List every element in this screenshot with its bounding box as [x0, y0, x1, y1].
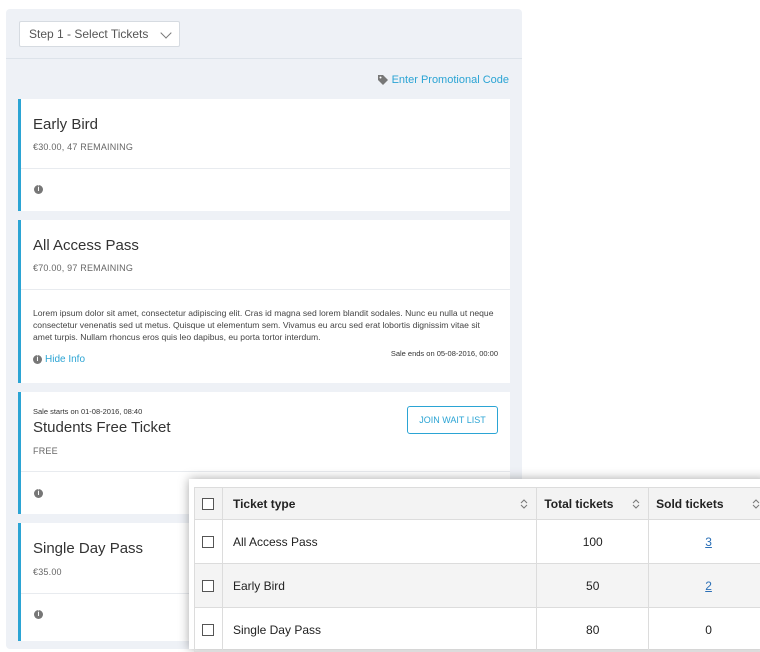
column-header-label: Total tickets: [544, 497, 613, 511]
info-icon[interactable]: i: [34, 610, 43, 619]
total-tickets-cell: 50: [537, 564, 649, 608]
divider: [21, 168, 510, 169]
total-tickets-cell: 80: [537, 608, 649, 652]
promo-code-link[interactable]: Enter Promotional Code: [378, 74, 509, 86]
ticket-card-early-bird: Early Bird €30.00, 47 REMAINING i: [18, 99, 510, 211]
ticket-name: Students Free Ticket: [33, 419, 171, 436]
tag-icon: [378, 75, 388, 85]
ticket-price: €30.00, 47 REMAINING: [33, 142, 133, 152]
column-header-ticket-type[interactable]: Ticket type: [222, 488, 536, 520]
sold-tickets-link[interactable]: 2: [705, 579, 712, 593]
ticket-price: €35.00: [33, 567, 62, 577]
column-header-sold-tickets[interactable]: Sold tickets: [649, 488, 760, 520]
column-header-label: Ticket type: [233, 497, 295, 511]
ticket-name: All Access Pass: [33, 237, 139, 254]
ticket-stats-table-panel: Ticket type Total tickets Sold tickets A…: [189, 479, 760, 649]
column-header-label: Sold tickets: [656, 497, 723, 511]
ticket-name: Early Bird: [33, 116, 98, 133]
hide-info-link[interactable]: i Hide Info: [33, 354, 85, 365]
table-row: All Access Pass 100 3: [195, 520, 760, 564]
total-tickets-cell: 100: [537, 520, 649, 564]
ticket-price: €70.00, 97 REMAINING: [33, 263, 133, 273]
row-check-cell: [195, 608, 223, 652]
step-select[interactable]: Step 1 - Select Tickets: [19, 21, 180, 47]
sort-icon[interactable]: [752, 498, 760, 510]
divider: [21, 289, 510, 290]
row-checkbox[interactable]: [202, 536, 214, 548]
promo-code-label: Enter Promotional Code: [392, 74, 509, 86]
sort-icon[interactable]: [520, 498, 528, 510]
ticket-type-cell: Early Bird: [222, 564, 536, 608]
ticket-card-all-access: All Access Pass €70.00, 97 REMAINING Lor…: [18, 220, 510, 383]
row-check-cell: [195, 520, 223, 564]
select-all-cell: [195, 488, 223, 520]
sale-starts-text: Sale starts on 01-08-2016, 08:40: [33, 407, 142, 416]
ticket-description: Lorem ipsum dolor sit amet, consectetur …: [33, 307, 501, 343]
divider: [21, 471, 510, 472]
row-checkbox[interactable]: [202, 580, 214, 592]
sale-ends-text: Sale ends on 05-08-2016, 00:00: [391, 349, 498, 358]
sold-tickets-cell: 3: [649, 520, 760, 564]
info-icon[interactable]: i: [34, 185, 43, 194]
table-row: Single Day Pass 80 0: [195, 608, 760, 652]
column-header-total-tickets[interactable]: Total tickets: [537, 488, 649, 520]
ticket-name: Single Day Pass: [33, 540, 143, 557]
hide-info-label: Hide Info: [45, 354, 85, 365]
sold-tickets-cell: 2: [649, 564, 760, 608]
ticket-stats-table: Ticket type Total tickets Sold tickets A…: [194, 487, 760, 652]
sort-icon[interactable]: [632, 498, 640, 510]
ticket-type-cell: All Access Pass: [222, 520, 536, 564]
table-row: Early Bird 50 2: [195, 564, 760, 608]
join-wait-list-button[interactable]: JOIN WAIT LIST: [407, 406, 498, 434]
sold-tickets-cell: 0: [649, 608, 760, 652]
chevron-down-icon: [160, 27, 171, 38]
ticket-type-cell: Single Day Pass: [222, 608, 536, 652]
row-check-cell: [195, 564, 223, 608]
step-select-label: Step 1 - Select Tickets: [29, 27, 148, 41]
select-all-checkbox[interactable]: [202, 498, 214, 510]
row-checkbox[interactable]: [202, 624, 214, 636]
info-icon[interactable]: i: [34, 489, 43, 498]
panel-header: Step 1 - Select Tickets: [6, 9, 522, 59]
info-icon: i: [33, 355, 42, 364]
ticket-price: FREE: [33, 446, 58, 456]
table-header-row: Ticket type Total tickets Sold tickets: [195, 488, 760, 520]
sold-tickets-link[interactable]: 3: [705, 535, 712, 549]
